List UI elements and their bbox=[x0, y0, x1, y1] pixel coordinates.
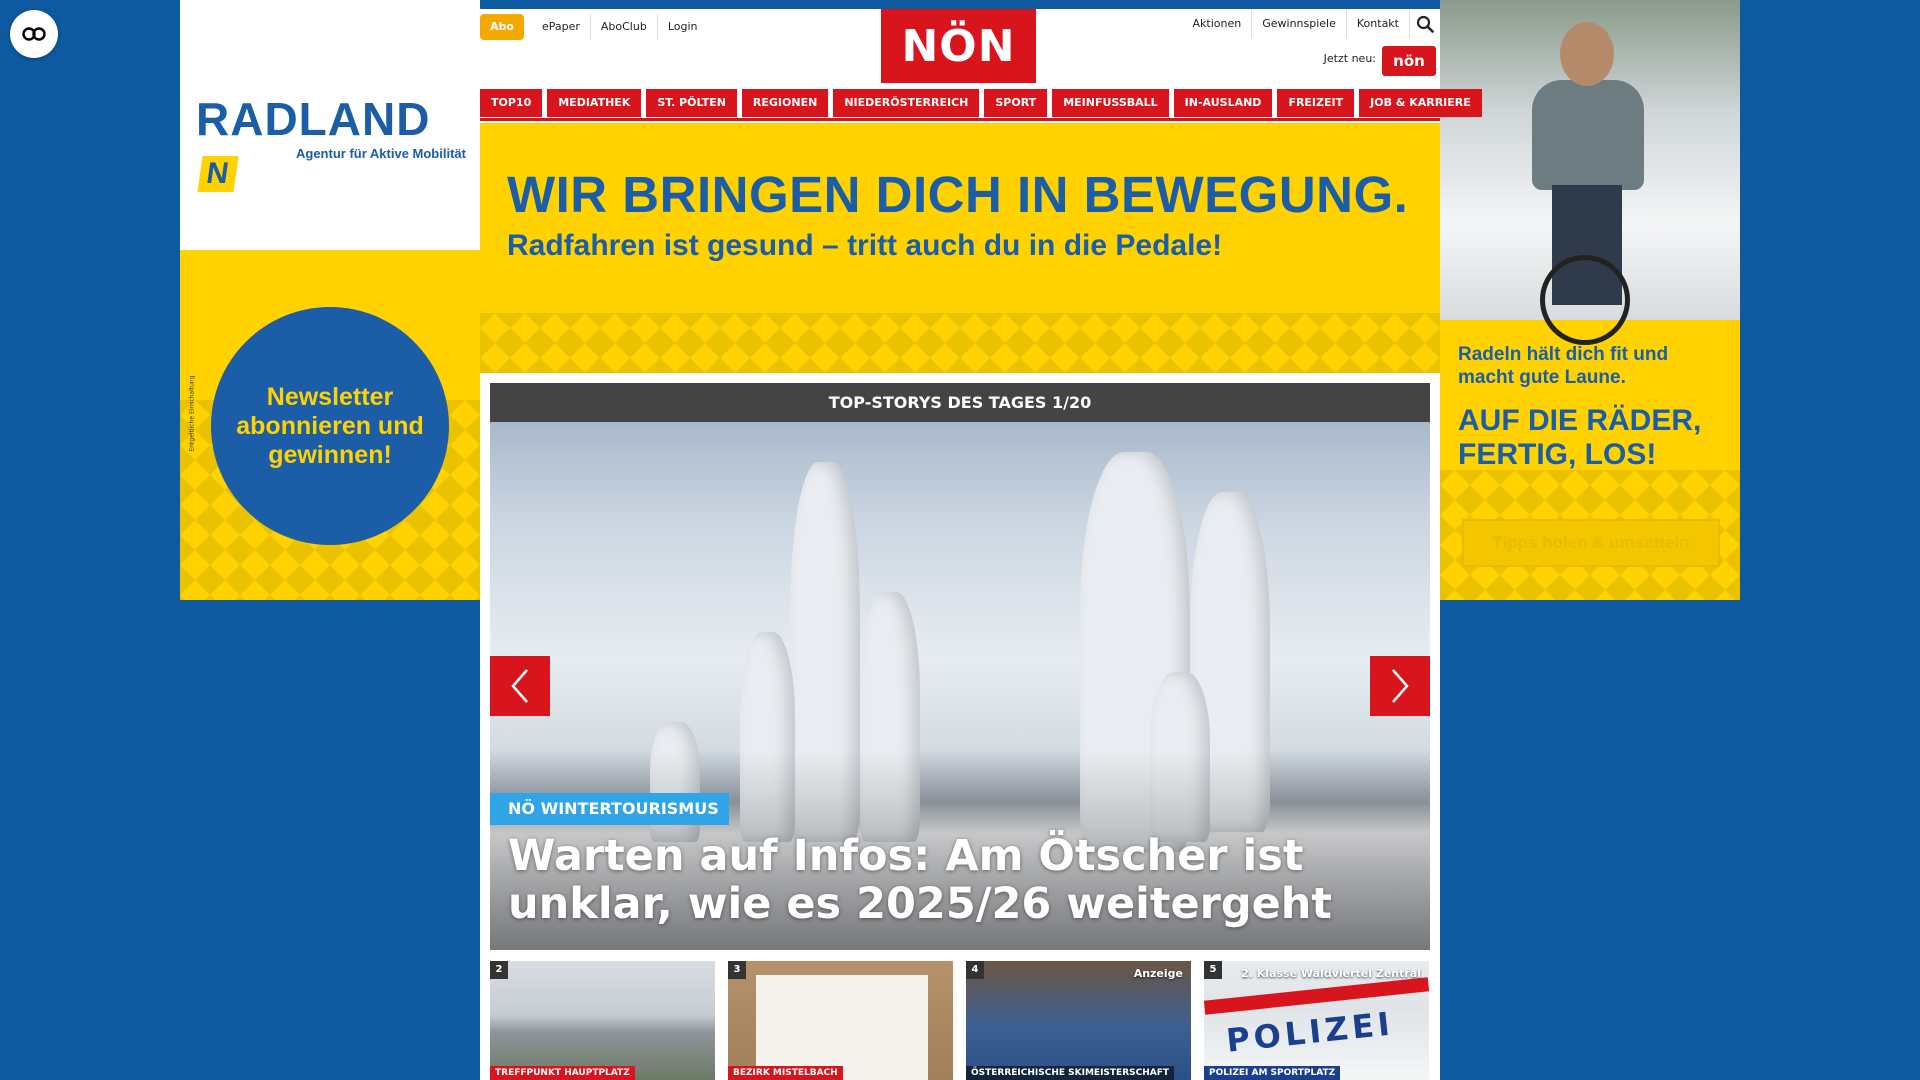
slider-prev-button[interactable] bbox=[490, 656, 550, 716]
teaser-kicker: POLIZEI AM SPORTPLATZ bbox=[1204, 1066, 1341, 1080]
nav-item-freizeit[interactable]: FREIZEIT bbox=[1277, 89, 1355, 117]
chevron-right-icon bbox=[1392, 669, 1409, 703]
newsletter-cta[interactable]: Newsletter abonnieren und gewinnen! bbox=[211, 307, 449, 545]
teaser-card[interactable]: 3 BEZIRK MISTELBACH bbox=[728, 961, 953, 1080]
nav-item-meinfussball[interactable]: MEINFUSSBALL bbox=[1052, 89, 1169, 117]
newsletter-ad-area: Entgeltliche Einschaltung Newsletter abo… bbox=[180, 250, 480, 600]
teaser-league-badge: 2. Klasse Waldviertel Zentral bbox=[1241, 967, 1421, 980]
teaser-card[interactable]: POLIZEI 5 2. Klasse Waldviertel Zentral … bbox=[1204, 961, 1429, 1080]
banner-subline: Radfahren ist gesund – tritt auch du in … bbox=[507, 229, 1223, 262]
teaser-kicker: BEZIRK MISTELBACH bbox=[728, 1066, 843, 1080]
utility-nav-left: Abo ePaper AboClub Login bbox=[480, 14, 708, 40]
main-column: Abo ePaper AboClub Login NÖN Aktionen Ge… bbox=[480, 0, 1482, 1080]
accessibility-icon bbox=[22, 27, 46, 41]
ad-logo-area: RADLAND N Agentur für Aktive Mobilität bbox=[180, 0, 480, 250]
teaser-number: 4 bbox=[966, 961, 984, 979]
jetzt-neu-label: Jetzt neu: bbox=[1323, 52, 1376, 65]
teaser-row: 2 TREFFPUNKT HAUPTPLATZ 3 BEZIRK MISTELB… bbox=[490, 961, 1430, 1080]
teaser-kicker: ÖSTERREICHISCHE SKIMEISTERSCHAFT bbox=[966, 1066, 1174, 1080]
hero-kicker: NÖ WINTERTOURISMUS bbox=[490, 793, 729, 825]
kontakt-link[interactable]: Kontakt bbox=[1347, 10, 1410, 38]
aboclub-link[interactable]: AboClub bbox=[591, 14, 658, 40]
banner-pattern bbox=[480, 313, 1440, 373]
top-banner-ad[interactable]: WIR BRINGEN DICH IN BEWEGUNG. Radfahren … bbox=[480, 123, 1440, 373]
ad-disclaimer: Entgeltliche Einschaltung bbox=[188, 375, 196, 452]
radland-logo-text: RADLAND bbox=[196, 93, 431, 145]
top-bar bbox=[480, 0, 1440, 9]
abo-button[interactable]: Abo bbox=[480, 14, 524, 40]
noen-logo[interactable]: NÖN bbox=[881, 9, 1036, 83]
search-button[interactable] bbox=[1410, 10, 1440, 38]
top-stories-header: TOP-STORYS DES TAGES 1/20 bbox=[490, 383, 1430, 422]
teaser-card[interactable]: 2 TREFFPUNKT HAUPTPLATZ bbox=[490, 961, 715, 1080]
hero-story[interactable]: NÖ WINTERTOURISMUS Warten auf Infos: Am … bbox=[490, 422, 1430, 950]
banner-headline: WIR BRINGEN DICH IN BEWEGUNG. bbox=[507, 166, 1409, 223]
teaser-kicker: TREFFPUNKT HAUPTPLATZ bbox=[490, 1066, 635, 1080]
nav-item-job-karriere[interactable]: JOB & KARRIERE bbox=[1359, 89, 1482, 117]
accessibility-button[interactable] bbox=[10, 10, 58, 58]
aktionen-link[interactable]: Aktionen bbox=[1183, 10, 1253, 38]
teaser-number: 5 bbox=[1204, 961, 1222, 979]
nav-item-niederoesterreich[interactable]: NIEDERÖSTERREICH bbox=[833, 89, 980, 117]
police-car-text: POLIZEI bbox=[1224, 1004, 1396, 1060]
utility-nav-right: Aktionen Gewinnspiele Kontakt bbox=[1183, 10, 1440, 38]
epaper-link[interactable]: ePaper bbox=[532, 14, 591, 40]
teaser-ad-badge: Anzeige bbox=[1133, 967, 1183, 980]
radland-logo-n: N bbox=[197, 156, 239, 192]
teaser-card[interactable]: 4 Anzeige ÖSTERREICHISCHE SKIMEISTERSCHA… bbox=[966, 961, 1191, 1080]
login-link[interactable]: Login bbox=[658, 14, 708, 40]
nav-item-in-ausland[interactable]: IN-AUSLAND bbox=[1173, 89, 1273, 117]
nav-item-top10[interactable]: TOP10 bbox=[480, 89, 543, 117]
top-stories-slider: TOP-STORYS DES TAGES 1/20 NÖ WINTERTOURI… bbox=[490, 383, 1430, 951]
nav-item-mediathek[interactable]: MEDIATHEK bbox=[547, 89, 642, 117]
nav-item-regionen[interactable]: REGIONEN bbox=[741, 89, 829, 117]
kids-noen-logo[interactable]: nön bbox=[1382, 46, 1436, 76]
nav-item-st-poelten[interactable]: ST. PÖLTEN bbox=[646, 89, 737, 117]
cyclist-photo bbox=[1440, 0, 1740, 345]
ad-cta-button[interactable]: Tipps holen & umsatteln bbox=[1462, 519, 1720, 567]
hero-title[interactable]: Warten auf Infos: Am Ötscher ist unklar,… bbox=[508, 832, 1388, 928]
ad-tagline: Radeln hält dich fit und macht gute Laun… bbox=[1458, 344, 1669, 388]
left-skyscraper-ad[interactable]: RADLAND N Agentur für Aktive Mobilität En… bbox=[180, 0, 480, 600]
main-nav: TOP10 MEDIATHEK ST. PÖLTEN REGIONEN NIED… bbox=[480, 89, 1482, 121]
radland-logo-subtitle: Agentur für Aktive Mobilität bbox=[296, 146, 466, 161]
teaser-number: 2 bbox=[490, 961, 508, 979]
teaser-number: 3 bbox=[728, 961, 746, 979]
slider-next-button[interactable] bbox=[1370, 656, 1430, 716]
search-icon bbox=[1416, 15, 1434, 33]
nav-item-sport[interactable]: SPORT bbox=[984, 89, 1048, 117]
ad-headline: AUF DIE RÄDER, FERTIG, LOS! bbox=[1458, 404, 1702, 471]
right-skyscraper-ad[interactable]: Radeln hält dich fit und macht gute Laun… bbox=[1440, 0, 1740, 600]
chevron-left-icon bbox=[511, 669, 528, 703]
gewinnspiele-link[interactable]: Gewinnspiele bbox=[1252, 10, 1347, 38]
